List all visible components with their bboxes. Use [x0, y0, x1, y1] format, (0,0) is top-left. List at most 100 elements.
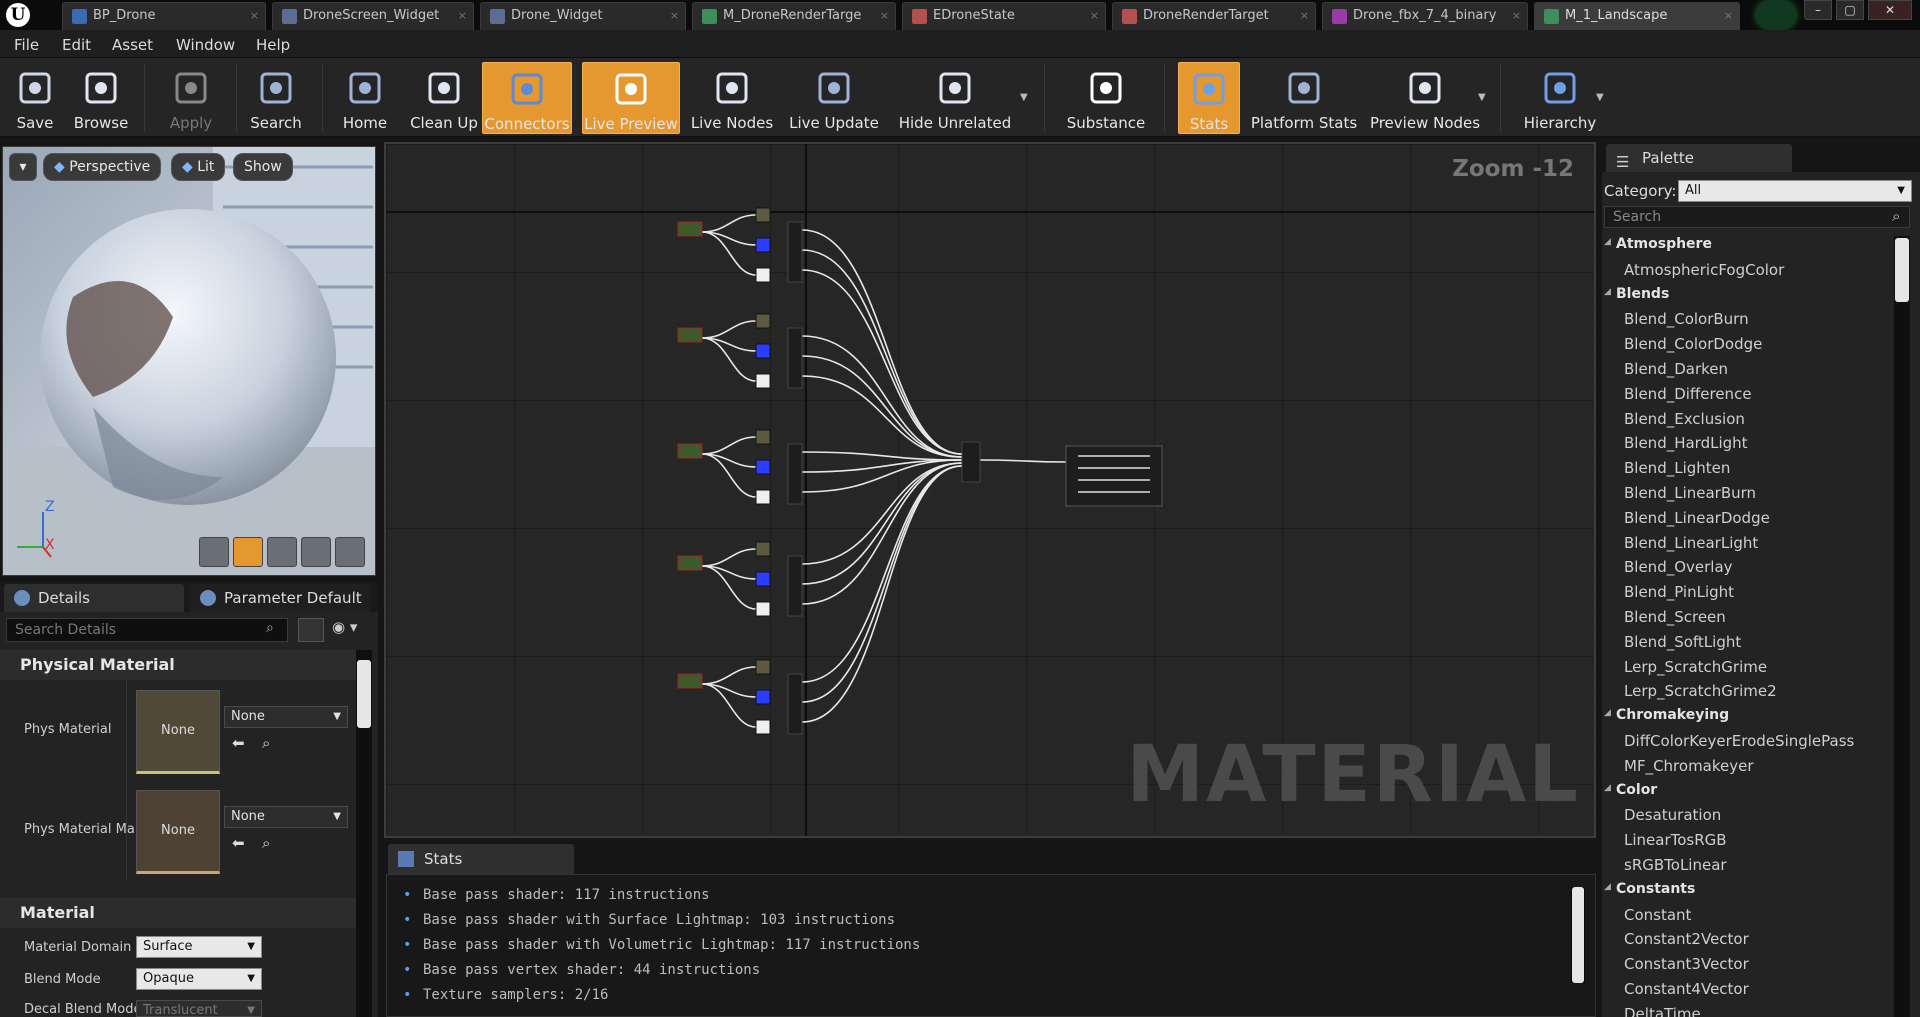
texcoord-node[interactable]: [677, 221, 703, 237]
graph-node[interactable]: [755, 343, 771, 359]
use-selected-arrow-icon[interactable]: ⬅: [232, 734, 245, 752]
stats-scrollbar[interactable]: [1571, 887, 1585, 983]
clean-up-button[interactable]: Clean Up: [404, 62, 484, 134]
preview-nodes-button[interactable]: Preview Nodes: [1366, 62, 1484, 134]
math-node[interactable]: [787, 673, 803, 735]
palette-category-header[interactable]: Blends: [1604, 286, 1669, 306]
material-graph-canvas[interactable]: Zoom -12 MATERIAL: [384, 142, 1596, 838]
close-tab-icon[interactable]: ×: [250, 3, 259, 29]
palette-item[interactable]: Lerp_ScratchGrime2: [1624, 682, 1777, 702]
graph-node[interactable]: [755, 267, 771, 283]
phys-material-combo[interactable]: None ▼: [224, 706, 348, 728]
palette-item[interactable]: Blend_Lighten: [1624, 459, 1730, 479]
preview-plane-button[interactable]: [267, 537, 297, 567]
document-tab[interactable]: BP_Drone ×: [62, 2, 266, 30]
math-node[interactable]: [787, 221, 803, 283]
menu-file[interactable]: File: [14, 36, 39, 54]
palette-scrollbar[interactable]: [1894, 236, 1910, 1017]
texcoord-node[interactable]: [677, 327, 703, 343]
lit-button[interactable]: ◆ Lit: [171, 153, 226, 181]
palette-item[interactable]: sRGBToLinear: [1624, 856, 1727, 876]
close-tab-icon[interactable]: ×: [1512, 3, 1521, 29]
browse-asset-icon[interactable]: ⌕: [262, 734, 270, 752]
stats-button[interactable]: Stats: [1178, 62, 1240, 134]
details-scrollbar-thumb[interactable]: [357, 660, 371, 728]
home-button[interactable]: Home: [330, 62, 400, 134]
document-tab[interactable]: M_DroneRenderTarge ×: [692, 2, 896, 30]
decal-blend-mode-combo[interactable]: Translucent ▼: [136, 1000, 262, 1017]
graph-node[interactable]: [755, 659, 771, 675]
close-tab-icon[interactable]: ×: [458, 3, 467, 29]
texcoord-node[interactable]: [677, 555, 703, 571]
material-domain-combo[interactable]: Surface ▼: [136, 936, 262, 958]
math-node[interactable]: [787, 327, 803, 389]
preview-cylinder-button[interactable]: [199, 537, 229, 567]
document-tab[interactable]: DroneRenderTarget ×: [1112, 2, 1316, 30]
palette-item[interactable]: AtmosphericFogColor: [1624, 261, 1784, 281]
menu-asset[interactable]: Asset: [112, 36, 153, 54]
tab-palette[interactable]: ☰ Palette: [1606, 144, 1792, 172]
document-tab[interactable]: M_1_Landscape ×: [1534, 2, 1740, 30]
palette-item[interactable]: LinearTosRGB: [1624, 831, 1727, 851]
live-preview-button[interactable]: Live Preview: [582, 62, 680, 134]
graph-node[interactable]: [755, 237, 771, 253]
graph-node[interactable]: [755, 429, 771, 445]
blend-mode-combo[interactable]: Opaque ▼: [136, 968, 262, 990]
section-material[interactable]: Material: [0, 898, 370, 928]
table-view-icon[interactable]: [298, 618, 324, 642]
eye-visibility-icon[interactable]: ◉ ▾: [332, 618, 357, 636]
menu-help[interactable]: Help: [256, 36, 290, 54]
live-update-button[interactable]: Live Update: [784, 62, 884, 134]
preview-sphere-button[interactable]: [233, 537, 263, 567]
menu-edit[interactable]: Edit: [62, 36, 91, 54]
connectors-button[interactable]: Connectors: [482, 62, 572, 134]
palette-item[interactable]: Constant1: [1624, 906, 1902, 926]
search-button[interactable]: Search: [244, 62, 308, 134]
palette-item[interactable]: Blend_SoftLight: [1624, 633, 1741, 653]
tab-parameter-defaults[interactable]: Parameter Default: [190, 584, 370, 612]
palette-item[interactable]: Blend_LinearBurn: [1624, 484, 1756, 504]
palette-category-header[interactable]: Chromakeying: [1604, 707, 1729, 727]
graph-node[interactable]: [755, 373, 771, 389]
palette-item[interactable]: Desaturation: [1624, 806, 1721, 826]
graph-node[interactable]: [755, 601, 771, 617]
texcoord-node[interactable]: [677, 443, 703, 459]
category-combo[interactable]: All ▼: [1678, 180, 1912, 202]
platform-stats-button[interactable]: Platform Stats: [1244, 62, 1364, 134]
chevron-down-icon[interactable]: ▼: [1478, 92, 1486, 103]
show-button[interactable]: Show: [233, 153, 293, 181]
chevron-down-icon[interactable]: ▼: [1596, 92, 1604, 103]
palette-item[interactable]: Constant4Vector4: [1624, 980, 1902, 1000]
close-tab-icon[interactable]: ×: [1300, 3, 1309, 29]
palette-category-header[interactable]: Atmosphere: [1604, 236, 1712, 256]
palette-item[interactable]: Blend_HardLight: [1624, 434, 1748, 454]
palette-item[interactable]: Blend_LinearDodge: [1624, 509, 1770, 529]
math-node[interactable]: [787, 443, 803, 505]
tab-stats[interactable]: Stats: [388, 844, 574, 874]
graph-node[interactable]: [755, 689, 771, 705]
details-scrollbar[interactable]: [356, 650, 372, 1017]
palette-item[interactable]: Constant3Vector3: [1624, 955, 1902, 975]
palette-item[interactable]: Constant2Vector2: [1624, 930, 1902, 950]
palette-item[interactable]: Blend_Overlay: [1624, 558, 1733, 578]
live-nodes-button[interactable]: Live Nodes: [690, 62, 774, 134]
palette-item[interactable]: DeltaTime: [1624, 1005, 1701, 1017]
graph-node[interactable]: [755, 489, 771, 505]
graph-node[interactable]: [755, 541, 771, 557]
phys-material-mask-combo[interactable]: None ▼: [224, 806, 348, 828]
minimize-button[interactable]: –: [1804, 0, 1832, 20]
use-selected-arrow-icon[interactable]: ⬅: [232, 834, 245, 852]
source-control-icon[interactable]: [1756, 0, 1796, 30]
maximize-button[interactable]: ▢: [1836, 0, 1864, 20]
hide-unrelated-button[interactable]: Hide Unrelated: [890, 62, 1020, 134]
close-tab-icon[interactable]: ×: [880, 3, 889, 29]
graph-node[interactable]: [755, 571, 771, 587]
document-tab[interactable]: Drone_fbx_7_4_binary ×: [1322, 2, 1528, 30]
perspective-button[interactable]: ◆ Perspective: [43, 153, 162, 181]
palette-item[interactable]: Blend_Screen: [1624, 608, 1726, 628]
section-physical-material[interactable]: Physical Material: [0, 650, 370, 680]
palette-item[interactable]: MF_Chromakeyer: [1624, 757, 1754, 777]
browse-button[interactable]: Browse: [72, 62, 130, 134]
palette-item[interactable]: Blend_ColorDodge: [1624, 335, 1762, 355]
details-search-input[interactable]: Search Details: [6, 618, 288, 642]
